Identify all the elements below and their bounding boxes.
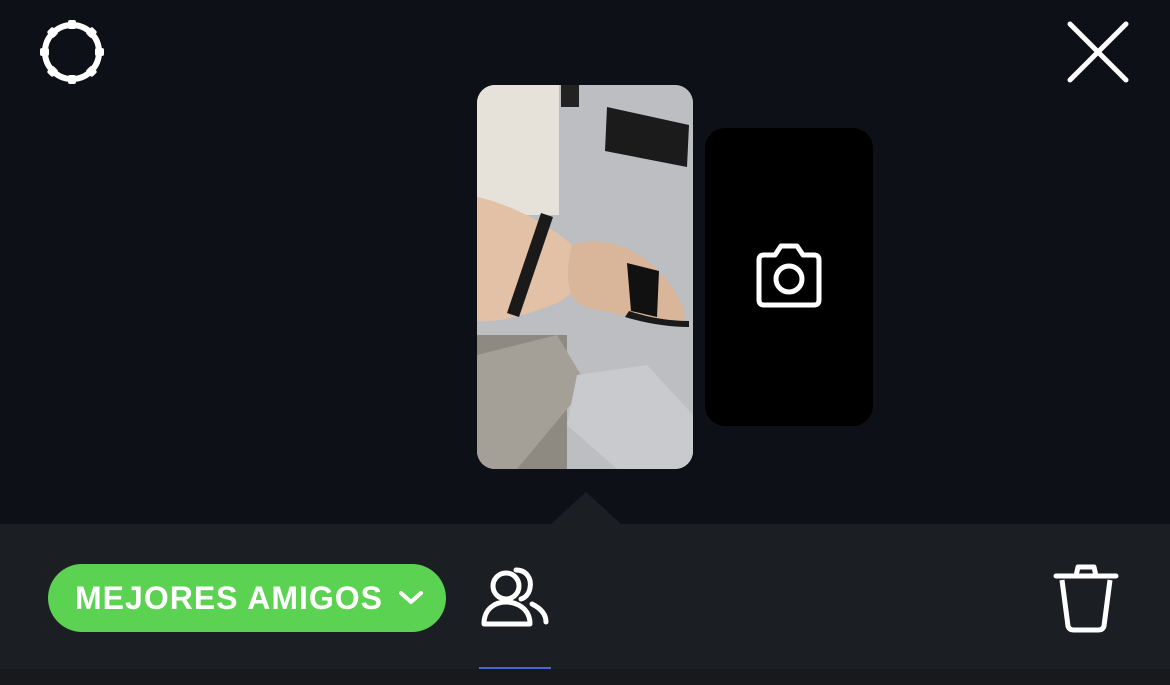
- story-archive-screen: MEJORES AMIGOS: [0, 0, 1170, 685]
- audience-label: MEJORES AMIGOS: [75, 579, 383, 616]
- stories-tray: [0, 80, 1170, 480]
- audience-dropdown-button[interactable]: MEJORES AMIGOS: [48, 564, 446, 632]
- story-thumbnail[interactable]: [477, 85, 693, 469]
- settings-button[interactable]: [34, 16, 110, 88]
- delete-button[interactable]: [1050, 562, 1122, 634]
- people-icon: [481, 567, 549, 627]
- chevron-down-icon: [398, 591, 423, 604]
- close-button[interactable]: [1062, 16, 1134, 88]
- story-photo: [477, 85, 693, 469]
- people-button[interactable]: [476, 564, 552, 634]
- bottom-panel: MEJORES AMIGOS: [0, 492, 1170, 685]
- panel-notch: [550, 492, 622, 525]
- home-indicator-strip: [0, 669, 1170, 685]
- close-icon: [1067, 21, 1129, 83]
- add-story-tile[interactable]: [705, 128, 873, 426]
- trash-icon: [1053, 564, 1119, 633]
- camera-icon: [756, 243, 822, 308]
- gear-icon: [40, 20, 104, 84]
